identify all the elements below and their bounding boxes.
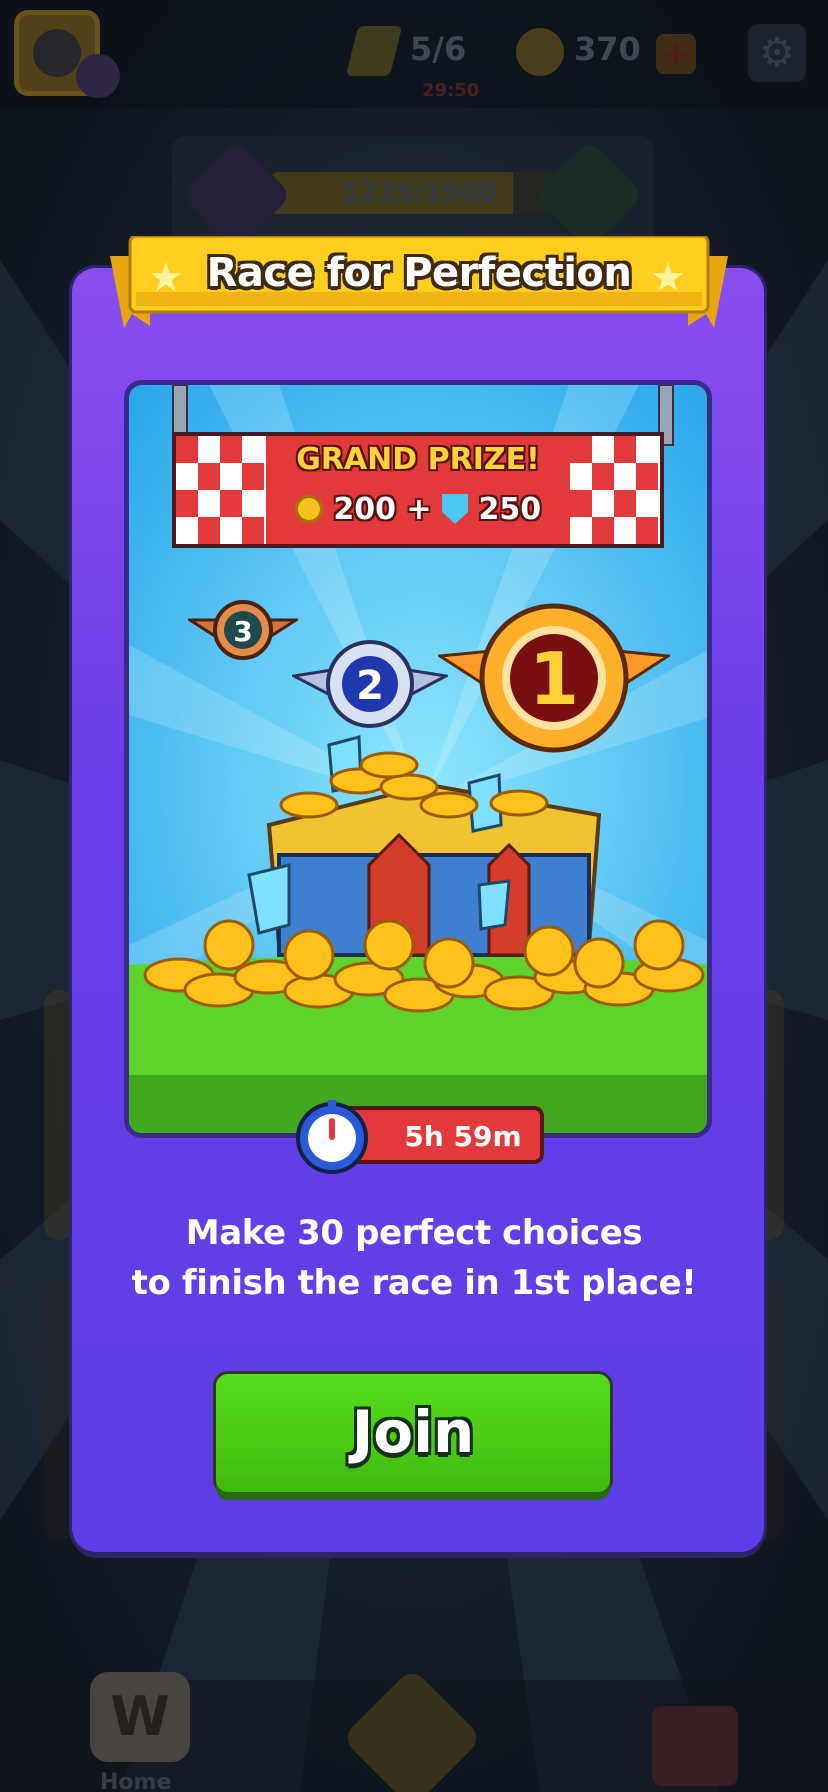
- second-place-medal-icon: 2: [292, 640, 448, 728]
- first-place-number: 1: [529, 637, 579, 721]
- third-place-number: 3: [233, 615, 252, 648]
- description-line-1: Make 30 perfect choices: [185, 1213, 643, 1253]
- third-place-medal-icon: 3: [188, 600, 298, 660]
- reward-plus: +: [406, 492, 432, 527]
- grand-prize-sign: GRAND PRIZE! 200 + 250: [172, 432, 664, 548]
- join-button[interactable]: Join: [216, 1374, 610, 1492]
- coin-reward-amount: 200: [333, 492, 396, 527]
- stopwatch-icon: [296, 1100, 368, 1174]
- race-description: Make 30 perfect choices to finish the ra…: [96, 1208, 732, 1308]
- dialog-title: Race for Perfection: [206, 250, 632, 296]
- second-place-number: 2: [356, 663, 384, 709]
- title-ribbon-banner: ★ ★ Race for Perfection: [110, 236, 728, 334]
- description-line-2: to finish the race in 1st place!: [131, 1263, 697, 1303]
- race-timer-pill: 5h 59m: [340, 1106, 544, 1164]
- grand-prize-title: GRAND PRIZE!: [296, 442, 540, 477]
- grand-prize-rewards: 200 + 250: [176, 492, 660, 527]
- coin-reward-icon: [294, 495, 323, 523]
- shield-gem-reward-icon: [442, 494, 469, 524]
- join-button-label: Join: [351, 1398, 475, 1466]
- first-place-medal-icon: 1: [438, 603, 670, 753]
- gem-reward-amount: 250: [478, 492, 542, 527]
- race-time-remaining: 5h 59m: [404, 1120, 522, 1153]
